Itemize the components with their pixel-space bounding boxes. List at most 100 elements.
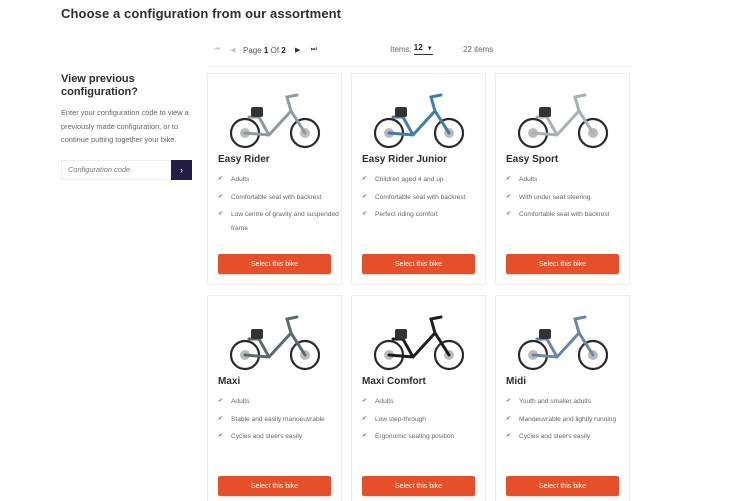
caret-down-icon: ▼ [426, 46, 433, 52]
check-icon: ✔ [218, 211, 224, 217]
feature-item: ✔ Youth and smaller adults [506, 395, 629, 409]
feature-list: ✔ Adults ✔ Low step-through ✔ Ergonomic seati… [362, 395, 485, 444]
feature-list: ✔ Adults ✔ Stable and easily manoeuvrable ✔ C… [218, 395, 341, 444]
sidebar-description: Enter your configuration code to view a … [61, 108, 189, 144]
feature-item: ✔ Low step-through [362, 413, 485, 427]
feature-item: ✔ Adults [362, 395, 485, 409]
check-icon: ✔ [218, 176, 224, 182]
feature-text: Adults [519, 176, 538, 183]
feature-text: With under seat steering [519, 193, 591, 201]
product-name: Maxi [218, 376, 241, 387]
feature-list: ✔ Adults ✔ With under seat steering ✔ Comfort… [506, 173, 629, 222]
product-name: Maxi Comfort [362, 376, 426, 387]
feature-item: ✔ Low centre of gravity and suspended fra… [218, 208, 341, 235]
check-icon: ✔ [506, 193, 512, 200]
product-card: Maxi ✔ Adults ✔ Stable and easily manoeuvra… [207, 295, 342, 501]
configuration-code-input[interactable] [61, 159, 171, 180]
feature-text: Comfortable seat with backrest [375, 193, 466, 201]
feature-text: Perfect riding comfort [375, 211, 438, 218]
page-title: Choose a configuration from our assortme… [61, 6, 342, 21]
select-bike-button[interactable]: Select this bike [218, 476, 331, 496]
product-image[interactable] [352, 74, 485, 151]
check-icon: ✔ [362, 433, 368, 439]
feature-item: ✔ Comfortable seat with backrest [218, 191, 341, 205]
check-icon: ✔ [362, 193, 368, 200]
feature-item: ✔ Adults [218, 173, 341, 187]
next-page-icon[interactable]: ▶ [290, 46, 306, 54]
items-label: Items: [390, 44, 412, 54]
select-bike-button[interactable]: Select this bike [506, 254, 619, 274]
total-pages: 2 [281, 45, 286, 55]
check-icon: ✔ [218, 398, 224, 404]
tricycle-image [373, 315, 464, 371]
feature-text: Comfortable seat with backrest [231, 193, 322, 201]
items-per-page-number: 12 [413, 43, 423, 52]
product-image[interactable] [496, 296, 629, 373]
configuration-code-form: › [61, 159, 192, 180]
product-image[interactable] [208, 296, 341, 373]
feature-text: Low centre of gravity and suspended fram… [231, 211, 339, 232]
product-name: Midi [506, 376, 526, 387]
check-icon: ✔ [362, 211, 368, 217]
feature-item: ✔ Cycles and steers easily [218, 430, 341, 444]
page-label: Page [243, 45, 262, 55]
select-bike-button[interactable]: Select this bike [362, 476, 475, 496]
page-indicator: Page 1 Of 2 [243, 46, 286, 55]
product-name: Easy Sport [506, 154, 559, 165]
previous-configuration-panel: View previous configuration? Enter your … [61, 73, 196, 180]
feature-item: ✔ Ergonomic seating position [362, 430, 485, 444]
tricycle-image [229, 93, 320, 149]
feature-text: Youth and smaller adults [519, 398, 591, 405]
select-bike-button[interactable]: Select this bike [506, 476, 619, 496]
feature-item: ✔ Manoeuvrable and lightly running [506, 413, 629, 427]
submit-code-button[interactable]: › [171, 159, 192, 180]
product-image[interactable] [352, 296, 485, 373]
of-label: Of [270, 45, 280, 55]
chevron-right-icon: › [180, 164, 183, 175]
product-image[interactable] [496, 74, 629, 151]
feature-item: ✔ Adults [218, 395, 341, 409]
check-icon: ✔ [506, 415, 512, 422]
divider [207, 66, 631, 67]
feature-item: ✔ Comfortable seat with backrest [362, 191, 485, 205]
product-card: Easy Rider ✔ Adults ✔ Comfortable seat with… [207, 73, 342, 285]
feature-text: Stable and easily manoeuvrable [231, 415, 325, 423]
last-page-icon[interactable]: ⏭ [306, 46, 322, 54]
product-card: Maxi Comfort ✔ Adults ✔ Low step-through ✔ Er… [351, 295, 486, 501]
product-card: Midi ✔ Youth and smaller adults ✔ Manoeuvra… [495, 295, 630, 501]
product-name: Easy Rider [218, 154, 270, 165]
sidebar-heading: View previous configuration? [61, 73, 138, 98]
feature-item: ✔ Stable and easily manoeuvrable [218, 413, 341, 427]
check-icon: ✔ [218, 193, 224, 200]
tricycle-image [517, 93, 608, 149]
check-icon: ✔ [506, 433, 512, 439]
pagination: ⏮ ◀ Page 1 Of 2 ▶ ⏭ [209, 43, 322, 57]
first-page-icon[interactable]: ⏮ [209, 46, 225, 54]
select-bike-button[interactable]: Select this bike [362, 254, 475, 274]
feature-list: ✔ Youth and smaller adults ✔ Manoeuvrable a… [506, 395, 629, 444]
product-image[interactable] [208, 74, 341, 151]
items-per-page-select[interactable]: Items: 12 ▼ [390, 43, 433, 55]
tricycle-image [229, 315, 320, 371]
feature-text: Adults [231, 398, 250, 405]
items-per-page-value[interactable]: 12 ▼ [413, 43, 433, 55]
current-page: 1 [263, 45, 269, 55]
product-card: Easy Sport ✔ Adults ✔ With under seat steer… [495, 73, 630, 285]
feature-list: ✔ Adults ✔ Comfortable seat with backrest ✔ L… [218, 173, 341, 235]
check-icon: ✔ [218, 433, 224, 439]
check-icon: ✔ [218, 415, 224, 422]
check-icon: ✔ [362, 398, 368, 404]
feature-text: Low step-through [375, 415, 426, 423]
feature-text: Adults [231, 176, 250, 183]
feature-item: ✔ Cycles and steers easily [506, 430, 629, 444]
items-count: 22 items [463, 45, 494, 54]
feature-item: ✔ Perfect riding comfort [362, 208, 485, 222]
check-icon: ✔ [506, 211, 512, 217]
prev-page-icon[interactable]: ◀ [225, 46, 241, 54]
check-icon: ✔ [362, 415, 368, 422]
check-icon: ✔ [362, 176, 368, 182]
feature-text: Comfortable seat with backrest [519, 211, 610, 218]
feature-text: Manoeuvrable and lightly running [519, 415, 617, 423]
select-bike-button[interactable]: Select this bike [218, 254, 331, 274]
feature-text: Ergonomic seating position [375, 433, 455, 440]
